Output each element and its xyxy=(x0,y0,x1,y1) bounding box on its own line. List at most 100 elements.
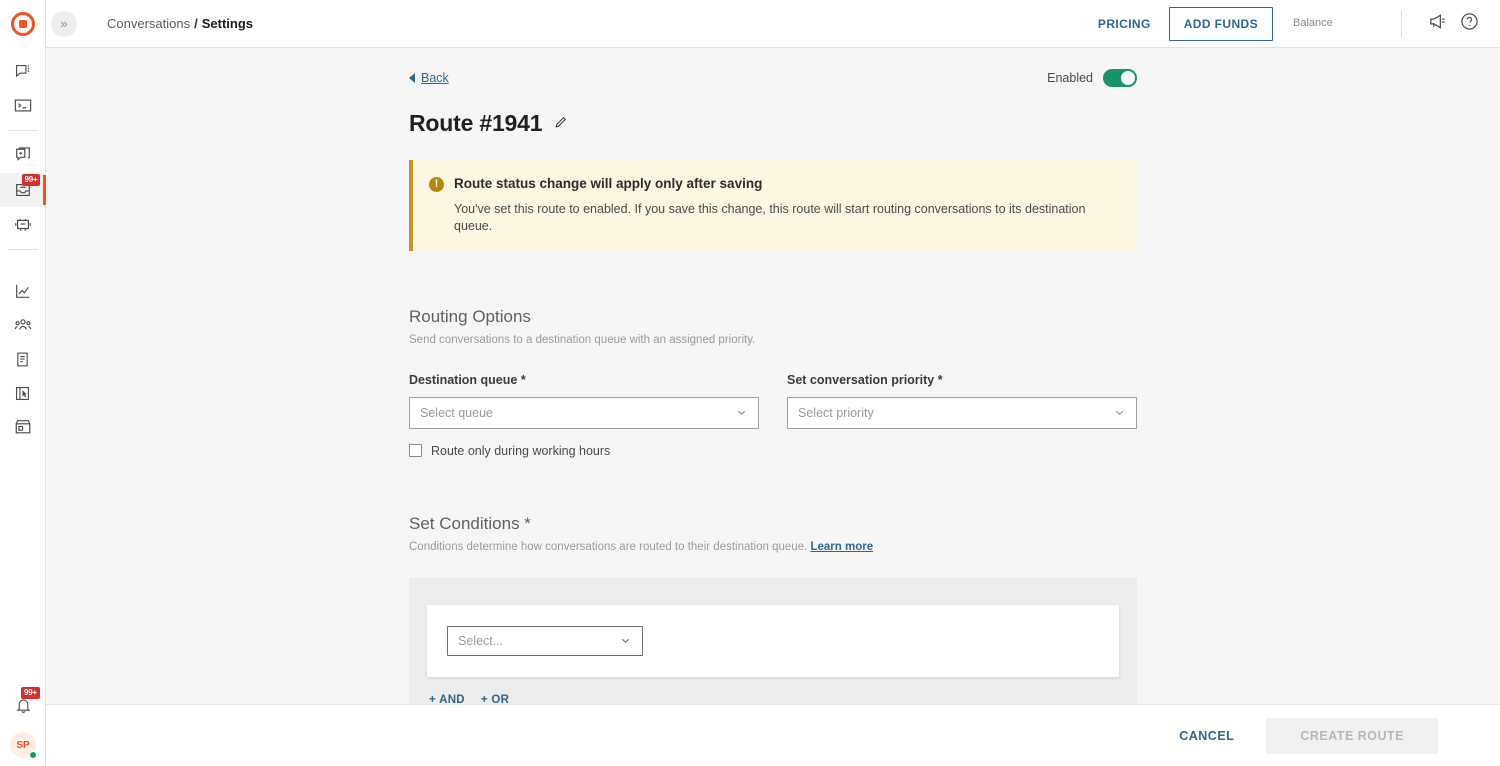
add-or-condition-button[interactable]: + OR xyxy=(481,694,509,704)
help-circle-icon xyxy=(1460,12,1479,36)
page-topbar: Back Enabled xyxy=(409,48,1137,92)
add-and-condition-button[interactable]: + AND xyxy=(429,694,465,704)
double-chevron-right-icon: » xyxy=(60,16,67,31)
chevron-down-icon xyxy=(1113,406,1126,419)
back-label: Back xyxy=(421,71,449,85)
condition-field-placeholder: Select... xyxy=(458,634,503,648)
copy-message-icon xyxy=(14,147,32,165)
page-title: Route #1941 xyxy=(409,110,542,137)
chat-icon xyxy=(14,63,31,80)
learn-more-link[interactable]: Learn more xyxy=(810,541,873,553)
warning-body: You've set this route to enabled. If you… xyxy=(454,201,1119,235)
routing-options-title: Routing Options xyxy=(409,307,1137,327)
enabled-label: Enabled xyxy=(1047,71,1093,85)
set-conditions-title: Set Conditions * xyxy=(409,514,1137,534)
conditions-panel: Select... + AND + OR xyxy=(409,578,1137,704)
cancel-button[interactable]: CANCEL xyxy=(1179,729,1234,743)
announcements-button[interactable] xyxy=(1424,11,1450,37)
rail-group-tools xyxy=(0,252,46,450)
edit-title-button[interactable] xyxy=(554,114,569,134)
inbox-badge: 99+ xyxy=(22,174,41,186)
megaphone-icon xyxy=(1428,12,1447,36)
notifications-button[interactable]: 99+ xyxy=(0,688,46,722)
rail-divider xyxy=(8,249,38,250)
page-inner: Back Enabled Route #1941 xyxy=(409,48,1137,704)
sidebar-item-copy-message[interactable] xyxy=(0,139,46,173)
breadcrumb: Conversations / Settings xyxy=(107,16,253,31)
destination-queue-label: Destination queue * xyxy=(409,373,759,387)
chevron-down-icon xyxy=(735,406,748,419)
conversation-priority-placeholder: Select priority xyxy=(798,406,874,420)
analytics-icon xyxy=(14,282,32,300)
set-conditions-subtitle: Conditions determine how conversations a… xyxy=(409,541,1137,553)
top-header: » Conversations / Settings PRICING ADD F… xyxy=(46,0,1500,48)
avatar-initials: SP xyxy=(16,740,29,751)
routing-options-section: Routing Options Send conversations to a … xyxy=(409,307,1137,458)
breadcrumb-parent[interactable]: Conversations xyxy=(107,16,190,31)
warning-title: Route status change will apply only afte… xyxy=(454,176,762,191)
condition-field-select[interactable]: Select... xyxy=(447,626,643,656)
rail-group-inbox: 99+ xyxy=(0,133,46,247)
routing-fields: Destination queue * Select queue Set con… xyxy=(409,373,1137,429)
sidebar-item-inbox[interactable]: 99+ xyxy=(0,173,46,207)
working-hours-checkbox-row[interactable]: Route only during working hours xyxy=(409,444,1137,458)
bell-icon xyxy=(15,697,32,714)
toggle-knob xyxy=(1121,71,1135,85)
conversation-priority-label: Set conversation priority * xyxy=(787,373,1137,387)
rail-divider xyxy=(8,130,38,131)
warning-header: ! Route status change will apply only af… xyxy=(429,176,1119,192)
back-link[interactable]: Back xyxy=(409,71,449,85)
breadcrumb-separator: / xyxy=(194,16,198,31)
page-title-row: Route #1941 xyxy=(409,110,1137,137)
rail-group-primary xyxy=(0,48,46,128)
pencil-icon xyxy=(554,114,569,134)
app-logo[interactable] xyxy=(0,0,46,48)
destination-queue-placeholder: Select queue xyxy=(420,406,493,420)
sidebar-item-analytics[interactable] xyxy=(0,274,46,308)
store-icon xyxy=(14,418,32,436)
working-hours-checkbox[interactable] xyxy=(409,444,422,457)
route-settings-page: Back Enabled Route #1941 xyxy=(46,48,1500,704)
working-hours-label: Route only during working hours xyxy=(431,444,610,458)
routing-options-subtitle: Send conversations to a destination queu… xyxy=(409,334,1137,346)
condition-actions: + AND + OR xyxy=(427,694,1119,704)
enable-toggle-group: Enabled xyxy=(1047,69,1137,87)
create-route-button[interactable]: CREATE ROUTE xyxy=(1266,718,1438,754)
sidebar-item-chat[interactable] xyxy=(0,54,46,88)
set-conditions-section: Set Conditions * Conditions determine ho… xyxy=(409,514,1137,704)
enabled-toggle[interactable] xyxy=(1103,69,1137,87)
set-conditions-subtitle-text: Conditions determine how conversations a… xyxy=(409,541,807,553)
alert-exclamation-icon: ! xyxy=(429,177,444,192)
target-logo xyxy=(11,12,35,36)
sidebar-item-team[interactable] xyxy=(0,308,46,342)
terminal-icon xyxy=(14,98,32,113)
balance-label: Balance xyxy=(1293,7,1385,29)
sidebar-item-bot[interactable] xyxy=(0,207,46,241)
main-region: » Conversations / Settings PRICING ADD F… xyxy=(46,0,1500,766)
sidebar-item-store[interactable] xyxy=(0,410,46,444)
sidebar-item-terminal[interactable] xyxy=(0,88,46,122)
app-root: 99+ xyxy=(0,0,1500,766)
help-button[interactable] xyxy=(1456,11,1482,37)
destination-queue-select[interactable]: Select queue xyxy=(409,397,759,429)
team-icon xyxy=(14,316,32,334)
pricing-link[interactable]: PRICING xyxy=(1098,17,1151,31)
collapse-sidebar-button[interactable]: » xyxy=(51,11,77,37)
status-warning-banner: ! Route status change will apply only af… xyxy=(409,160,1137,251)
robot-icon xyxy=(14,215,32,233)
notifications-badge: 99+ xyxy=(21,687,40,699)
report-cursor-icon xyxy=(14,385,31,402)
sidebar-item-reports[interactable] xyxy=(0,376,46,410)
rail-bottom: 99+ SP xyxy=(0,688,46,758)
header-actions: PRICING ADD FUNDS Balance xyxy=(1098,7,1482,41)
chevron-down-icon xyxy=(619,634,632,647)
avatar[interactable]: SP xyxy=(10,732,36,758)
condition-row: Select... xyxy=(427,605,1119,677)
left-nav-rail: 99+ xyxy=(0,0,46,766)
triangle-left-icon xyxy=(409,73,415,83)
add-funds-button[interactable]: ADD FUNDS xyxy=(1169,7,1273,41)
sidebar-item-documents[interactable] xyxy=(0,342,46,376)
breadcrumb-current: Settings xyxy=(202,16,253,31)
destination-queue-field: Destination queue * Select queue xyxy=(409,373,759,429)
conversation-priority-select[interactable]: Select priority xyxy=(787,397,1137,429)
